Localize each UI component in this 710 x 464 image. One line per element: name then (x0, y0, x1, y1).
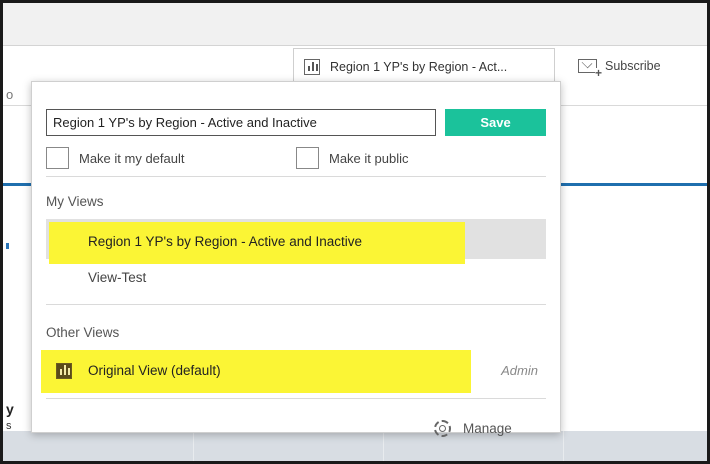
bar-chart-icon (304, 58, 320, 75)
other-views-heading: Other Views (46, 325, 120, 340)
background-fragment-mark (6, 243, 9, 249)
top-bar (3, 3, 707, 46)
background-text-fragment: y (6, 401, 14, 417)
make-default-option[interactable]: Make it my default (46, 147, 185, 169)
mail-plus-icon: + (578, 59, 602, 79)
make-default-label: Make it my default (79, 150, 185, 166)
make-public-label: Make it public (329, 150, 409, 166)
save-button[interactable]: Save (445, 109, 546, 136)
custom-views-button[interactable]: Region 1 YP's by Region - Act... (293, 48, 555, 84)
views-button-label: Region 1 YP's by Region - Act... (330, 59, 508, 74)
custom-views-panel: Save Make it my default Make it public M… (31, 81, 561, 437)
app-frame: Region 1 YP's by Region - Act... + Subsc… (0, 0, 710, 464)
manage-label: Manage (463, 421, 512, 436)
other-view-item-label[interactable]: Original View (default) (88, 363, 221, 378)
my-view-item-label[interactable]: Region 1 YP's by Region - Active and Ina… (88, 234, 362, 249)
view-owner: Admin (501, 363, 538, 378)
manage-views-button[interactable]: Manage (434, 420, 512, 437)
subscribe-button[interactable]: + Subscribe (578, 54, 661, 79)
my-view-item-label[interactable]: View-Test (88, 270, 146, 285)
background-bottom-strip (3, 431, 707, 461)
make-public-checkbox[interactable] (296, 147, 319, 169)
gear-icon (434, 420, 451, 437)
divider (46, 398, 546, 399)
make-default-checkbox[interactable] (46, 147, 69, 169)
divider (46, 176, 546, 177)
background-text-fragment: o (6, 87, 14, 102)
view-name-input[interactable] (46, 109, 436, 136)
my-views-heading: My Views (46, 194, 104, 209)
make-public-option[interactable]: Make it public (296, 147, 408, 169)
bar-chart-icon (56, 363, 72, 379)
divider (46, 304, 546, 305)
subscribe-label: Subscribe (605, 59, 661, 73)
